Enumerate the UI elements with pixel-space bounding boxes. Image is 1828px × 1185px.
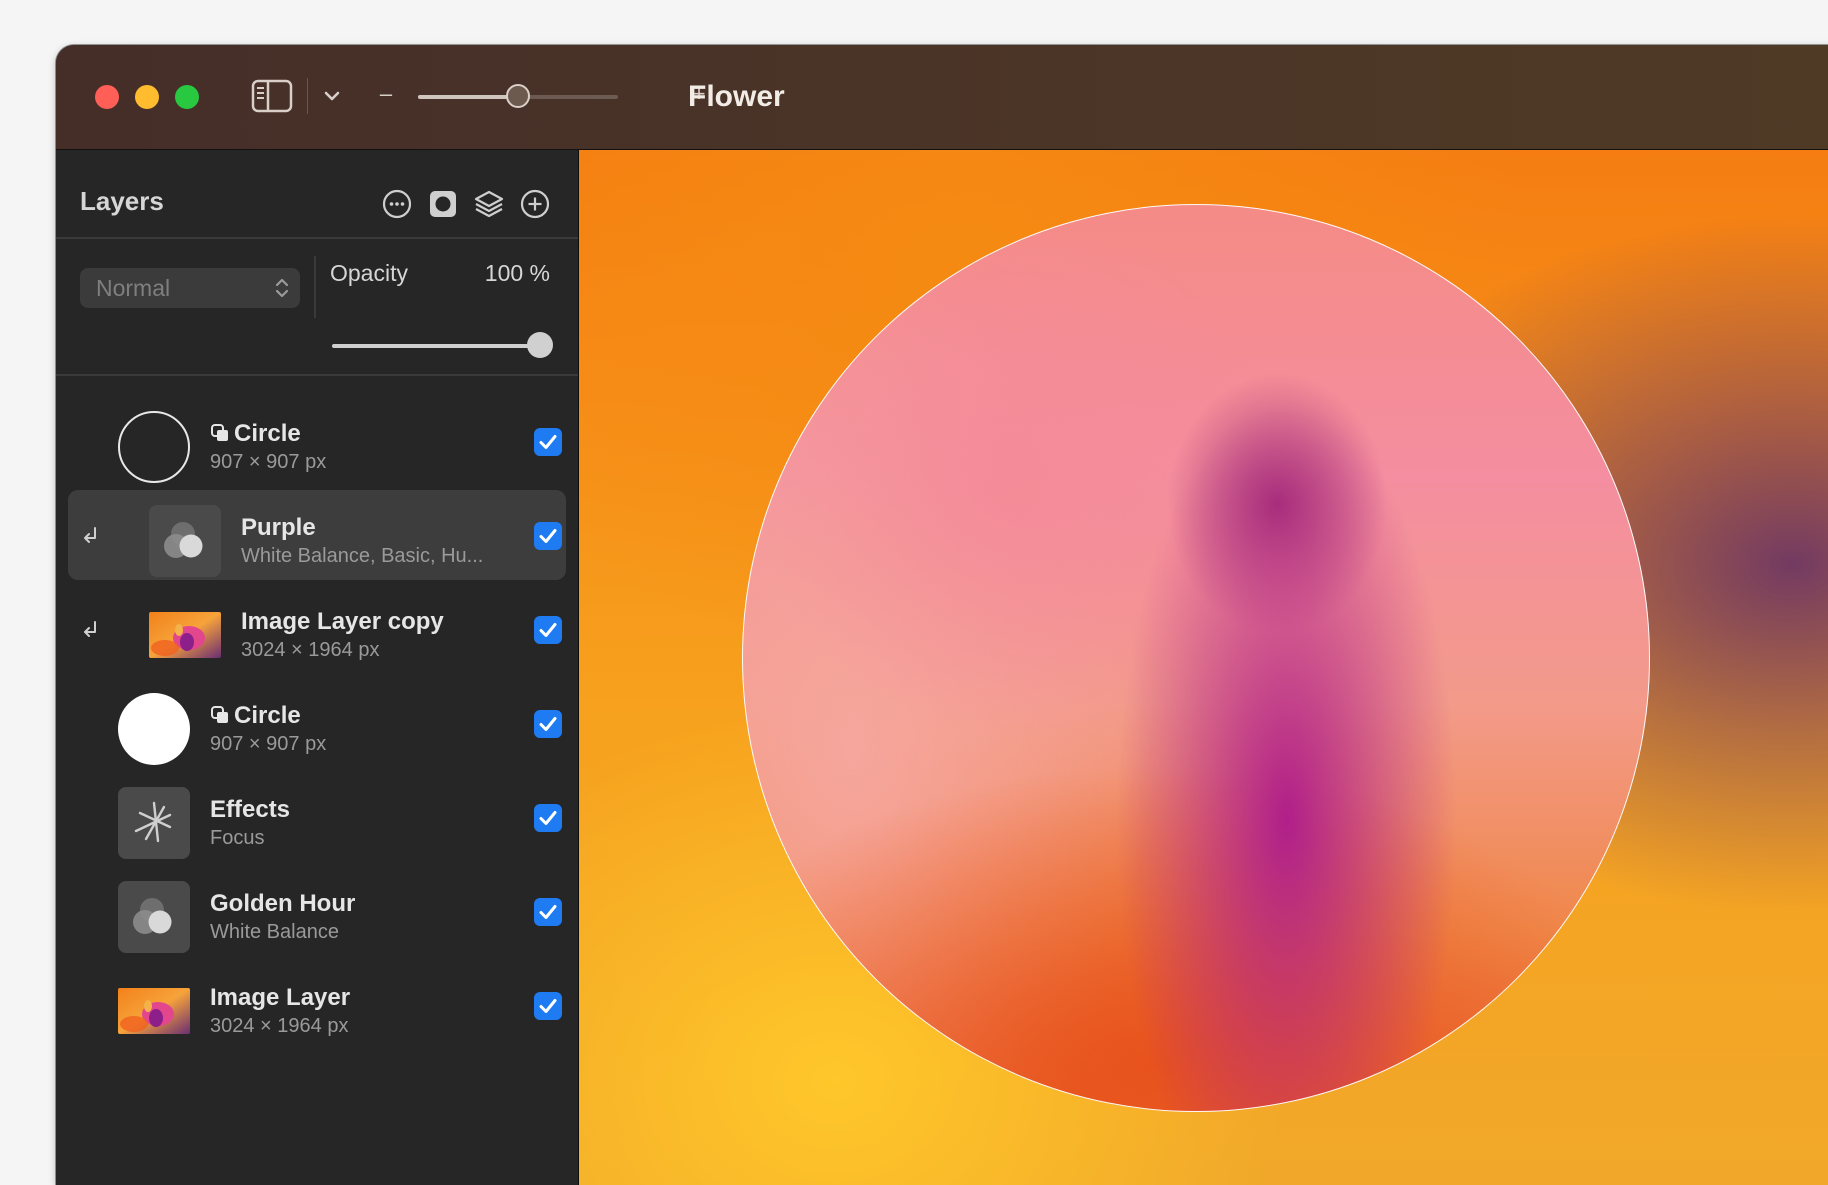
layer-name-text: Circle [234,420,301,447]
flower-image-circle [742,204,1650,1112]
layer-visibility-checkbox[interactable] [534,898,562,926]
blend-mode-select[interactable]: Normal [80,268,300,308]
effects-icon [118,787,190,859]
layer-row[interactable]: Golden Hour White Balance [68,866,566,956]
checkmark-icon [539,999,557,1013]
layer-name: Purple [241,514,316,542]
layer-visibility-checkbox[interactable] [534,710,562,738]
zoom-slider-fill [418,95,518,99]
mask-icon[interactable] [427,188,459,220]
layer-name-text: Circle [234,702,301,729]
checkmark-icon [539,529,557,543]
clipping-mask-icon [80,618,100,638]
layer-name-text: Image Layer [210,984,351,1011]
opacity-label: Opacity [330,260,408,286]
layer-name-text: Purple [241,514,316,541]
control-separator [314,256,316,318]
checkmark-icon [539,905,557,919]
layer-name: Circle [210,702,301,730]
layer-row[interactable]: Effects Focus [68,772,566,862]
layer-row[interactable]: Image Layer copy 3024 × 1964 px [68,584,566,674]
checkmark-icon [539,811,557,825]
layer-row[interactable]: Circle 907 × 907 px [68,396,566,486]
shape-layer-icon [210,702,234,729]
layer-name: Image Layer [210,984,350,1012]
chevron-down-icon[interactable] [319,83,345,109]
close-button[interactable] [95,85,119,109]
layer-row[interactable]: Purple White Balance, Basic, Hu... [68,490,566,580]
add-icon[interactable] [519,188,551,220]
panel-divider [56,237,578,239]
layer-detail: 3024 × 1964 px [241,639,380,661]
layer-name-text: Image Layer copy [241,608,444,635]
toolbar-separator [307,78,308,114]
document-title: Flower [688,80,785,113]
layer-name-text: Golden Hour [210,890,356,917]
updown-chevron-icon [275,278,289,298]
layer-detail: 907 × 907 px [210,451,327,473]
checkmark-icon [539,435,557,449]
zoom-slider-knob[interactable] [506,84,530,108]
opacity-slider[interactable] [332,332,553,358]
zoom-out-button[interactable]: – [376,79,396,109]
layers-stack-icon[interactable] [473,188,505,220]
layer-name-text: Effects [210,796,291,823]
checkmark-icon [539,623,557,637]
layer-thumbnail [118,411,190,483]
layer-thumbnail [149,612,221,658]
zoom-slider[interactable] [418,84,618,108]
layer-visibility-checkbox[interactable] [534,522,562,550]
shape-layer-icon [210,420,234,447]
zoom-window-button[interactable] [175,85,199,109]
more-icon[interactable] [381,188,413,220]
checkmark-icon [539,717,557,731]
layer-thumbnail [118,988,190,1034]
layer-detail: White Balance, Basic, Hu... [241,545,484,567]
opacity-slider-knob[interactable] [527,332,553,358]
titlebar: – + Flower [56,45,1828,150]
layer-detail: Focus [210,827,265,849]
clipping-mask-icon [80,524,100,544]
minimize-button[interactable] [135,85,159,109]
layer-detail: 907 × 907 px [210,733,327,755]
adjustment-icon [118,881,190,953]
opacity-value: 100 % [484,260,550,286]
layer-name: Circle [210,420,301,448]
blend-mode-value: Normal [96,275,171,301]
layer-detail: White Balance [210,921,339,943]
app-window: – + Flower Layers Normal Opacity 100 % C… [56,45,1828,1185]
layer-visibility-checkbox[interactable] [534,992,562,1020]
layers-panel: Layers Normal Opacity 100 % Circle 907 ×… [56,150,579,1185]
adjustment-icon [149,505,221,577]
sidebar-icon[interactable] [251,79,293,113]
layer-thumbnail [118,693,190,765]
layer-name: Image Layer copy [241,608,444,636]
layer-name: Effects [210,796,290,824]
layer-row[interactable]: Circle 907 × 907 px [68,678,566,768]
panel-title: Layers [80,186,164,216]
layer-visibility-checkbox[interactable] [534,804,562,832]
layer-detail: 3024 × 1964 px [210,1015,349,1037]
layer-visibility-checkbox[interactable] [534,616,562,644]
layer-visibility-checkbox[interactable] [534,428,562,456]
canvas[interactable] [579,150,1828,1185]
layer-row[interactable]: Image Layer 3024 × 1964 px [68,960,566,1050]
layer-name: Golden Hour [210,890,355,918]
panel-divider [56,374,578,376]
